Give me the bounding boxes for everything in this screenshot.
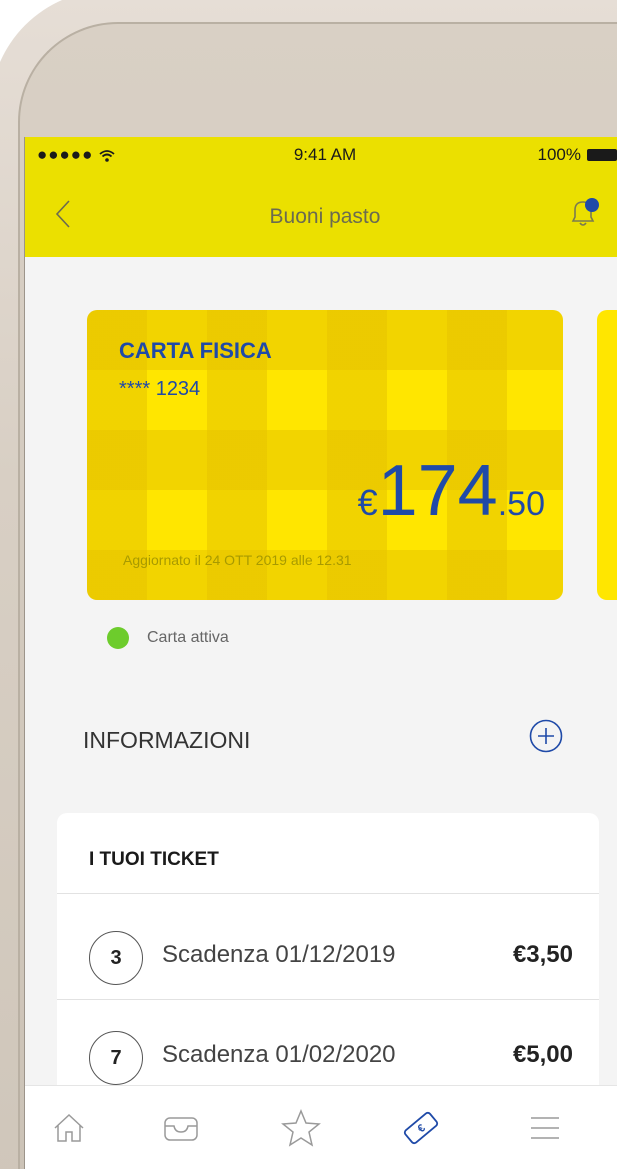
page-title: Buoni pasto <box>269 205 381 228</box>
balance-currency: € <box>357 482 378 523</box>
ticket-count: 3 <box>89 931 143 985</box>
inbox-icon[interactable] <box>159 1106 203 1150</box>
battery-icon <box>587 149 617 161</box>
tickets-title: I TUOI TICKET <box>89 849 219 870</box>
balance-integer: 174 <box>377 451 498 531</box>
card-status: Carta attiva <box>107 627 229 649</box>
home-icon[interactable] <box>47 1106 91 1150</box>
app-header: ●●●●● 9:41 AM 100% Buoni pasto <box>25 137 617 257</box>
card-updated-at: Aggiornato il 24 OTT 2019 alle 12.31 <box>123 552 352 568</box>
notification-bell-icon[interactable] <box>565 195 601 231</box>
status-bar: ●●●●● 9:41 AM 100% <box>25 137 617 175</box>
app-screen: ●●●●● 9:41 AM 100% Buoni pasto CARTA FIS… <box>24 137 617 1169</box>
battery-status: 100% <box>538 145 617 165</box>
status-dot <box>107 627 129 649</box>
balance-decimal: .50 <box>497 485 545 523</box>
divider <box>57 999 599 1000</box>
device-frame: ●●●●● 9:41 AM 100% Buoni pasto CARTA FIS… <box>0 0 617 1169</box>
status-time: 9:41 AM <box>293 145 357 164</box>
ticket-value: €3,50 <box>512 941 573 968</box>
ticket-value: €5,00 <box>512 1041 573 1068</box>
card-number: **** 1234 <box>119 378 201 400</box>
card-status-label: Carta attiva <box>147 629 229 646</box>
ticket-expiry: Scadenza 01/12/2019 <box>162 941 396 968</box>
tickets-panel: I TUOI TICKET 3 Scadenza 01/12/2019 €3,5… <box>57 813 599 1103</box>
info-section-title: INFORMAZIONI <box>83 727 251 753</box>
battery-percent: 100% <box>537 145 581 164</box>
ticket-icon[interactable]: € <box>399 1106 443 1150</box>
menu-icon[interactable] <box>523 1106 567 1150</box>
ticket-count: 7 <box>89 1031 143 1085</box>
next-card-peek[interactable] <box>597 310 617 600</box>
card-balance: €174.50 <box>358 450 545 532</box>
expand-plus-icon[interactable] <box>529 719 563 753</box>
ticket-row[interactable]: 3 Scadenza 01/12/2019 €3,50 <box>57 913 599 1003</box>
divider <box>57 893 599 894</box>
card-title: CARTA FISICA <box>119 338 272 363</box>
ticket-expiry: Scadenza 01/02/2020 <box>162 1041 396 1068</box>
star-icon[interactable] <box>279 1106 323 1150</box>
balance-card[interactable]: CARTA FISICA **** 1234 €174.50 Aggiornat… <box>87 310 563 600</box>
tab-bar: € <box>25 1085 617 1169</box>
